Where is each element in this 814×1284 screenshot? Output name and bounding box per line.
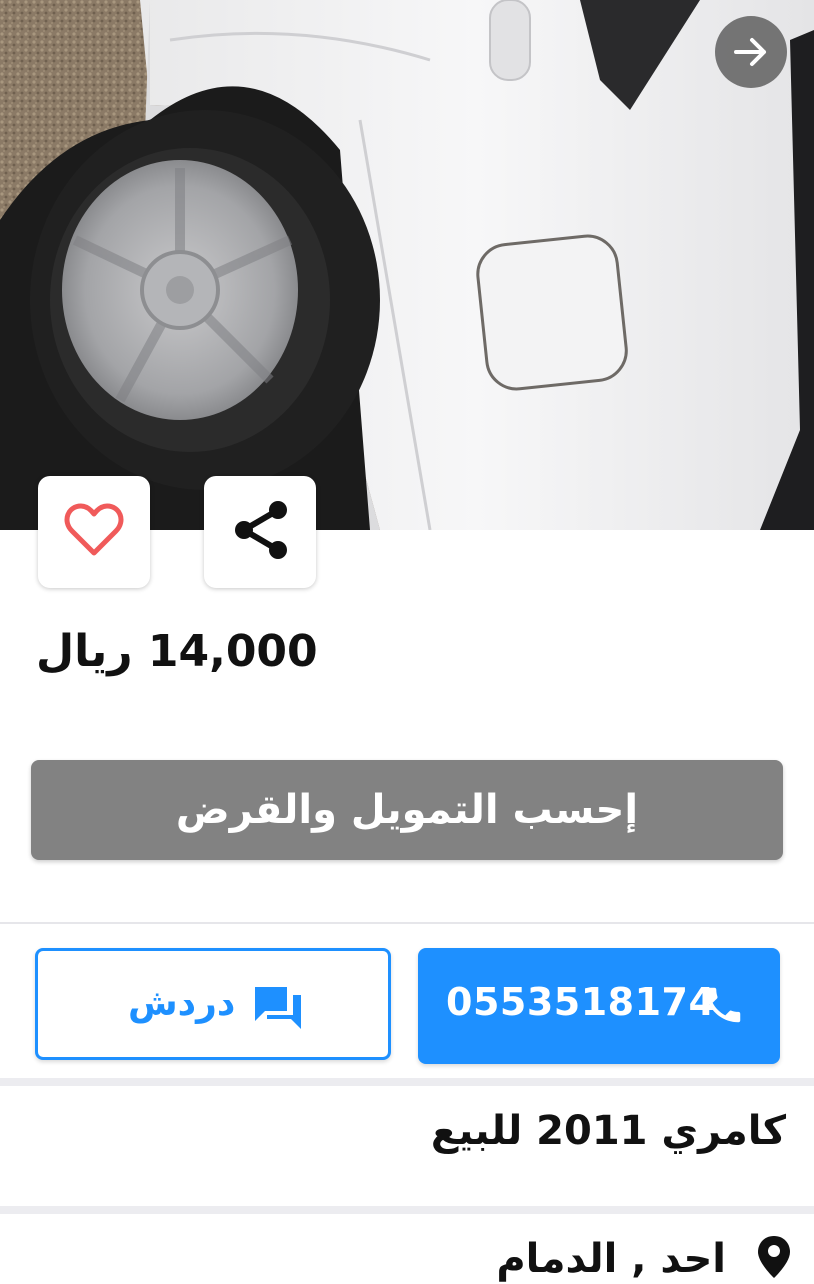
map-pin-icon [756, 1234, 792, 1284]
divider [0, 1078, 814, 1086]
divider [0, 922, 814, 924]
heart-outline-icon [64, 503, 124, 561]
share-icon [232, 500, 288, 564]
share-button[interactable] [204, 476, 316, 588]
favorite-button[interactable] [38, 476, 150, 588]
phone-number: 0553518174 [446, 980, 716, 1024]
chat-button[interactable]: دردش [35, 948, 391, 1060]
chat-bubble-icon [253, 985, 303, 1035]
divider [0, 1206, 814, 1214]
back-button[interactable] [715, 16, 787, 88]
arrow-right-icon [730, 31, 772, 73]
listing-location: احد , الدمام [496, 1234, 792, 1284]
finance-button-label: إحسب التمويل والقرض [175, 787, 639, 833]
phone-icon [700, 982, 746, 1032]
car-photo-image [0, 0, 814, 530]
finance-calculator-button[interactable]: إحسب التمويل والقرض [31, 760, 783, 860]
location-text: احد , الدمام [496, 1236, 726, 1282]
listing-price: 14,000 ريال [36, 626, 318, 677]
chat-button-label: دردش [128, 983, 236, 1024]
listing-photo[interactable] [0, 0, 814, 530]
call-button[interactable]: 0553518174 [418, 948, 780, 1064]
listing-title: كامري 2011 للبيع [430, 1108, 786, 1154]
